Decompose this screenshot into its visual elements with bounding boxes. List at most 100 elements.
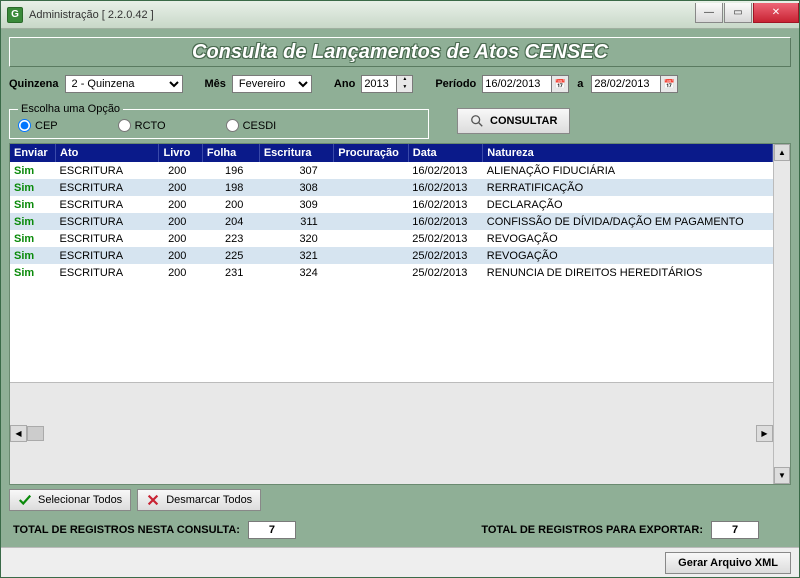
table-header-row: EnviarAtoLivroFolhaEscrituraProcuraçãoDa…: [10, 144, 773, 162]
client-area: Consulta de Lançamentos de Atos CENSEC Q…: [1, 29, 799, 547]
cell-natureza: CONFISSÃO DE DÍVIDA/DAÇÃO EM PAGAMENTO: [483, 213, 773, 230]
calendar-icon[interactable]: 📅: [552, 75, 569, 93]
column-header-natureza[interactable]: Natureza: [483, 144, 773, 162]
cell-folha: 200: [202, 196, 259, 213]
cell-folha: 223: [202, 230, 259, 247]
option-label: CESDI: [243, 120, 277, 132]
cell-procuracao: [334, 196, 408, 213]
cell-natureza: RENUNCIA DE DIREITOS HEREDITÁRIOS: [483, 264, 773, 281]
total-export-label: TOTAL DE REGISTROS PARA EXPORTAR:: [481, 524, 703, 536]
option-legend: Escolha uma Opção: [18, 103, 123, 115]
cell-enviar: Sim: [10, 179, 56, 196]
option-label: RCTO: [135, 120, 166, 132]
deselect-all-label: Desmarcar Todos: [166, 494, 252, 506]
cell-folha: 204: [202, 213, 259, 230]
option-group: Escolha uma Opção CEP RCTO CESDI: [9, 103, 429, 139]
cell-ato: ESCRITURA: [56, 230, 159, 247]
cell-ato: ESCRITURA: [56, 247, 159, 264]
horizontal-scrollbar[interactable]: ◀ ▶: [10, 382, 773, 484]
option-radio-rcto[interactable]: [118, 119, 131, 132]
titlebar[interactable]: G Administração [ 2.2.0.42 ] — ▭ ✕: [1, 1, 799, 29]
ano-input[interactable]: [361, 75, 397, 93]
mes-label: Mês: [205, 78, 226, 90]
deselect-all-button[interactable]: Desmarcar Todos: [137, 489, 261, 511]
quinzena-label: Quinzena: [9, 78, 59, 90]
column-header-procuracao[interactable]: Procuração: [334, 144, 408, 162]
column-header-livro[interactable]: Livro: [159, 144, 202, 162]
option-rcto[interactable]: RCTO: [118, 119, 166, 132]
cell-ato: ESCRITURA: [56, 213, 159, 230]
cell-enviar: Sim: [10, 196, 56, 213]
cell-ato: ESCRITURA: [56, 179, 159, 196]
column-header-enviar[interactable]: Enviar: [10, 144, 56, 162]
page-heading: Consulta de Lançamentos de Atos CENSEC: [9, 37, 791, 67]
cell-ato: ESCRITURA: [56, 196, 159, 213]
cell-procuracao: [334, 230, 408, 247]
consultar-button[interactable]: CONSULTAR: [457, 108, 570, 134]
column-header-escritura[interactable]: Escritura: [259, 144, 333, 162]
gerar-xml-button[interactable]: Gerar Arquivo XML: [665, 552, 791, 574]
cell-data: 16/02/2013: [408, 162, 482, 179]
cell-data: 16/02/2013: [408, 196, 482, 213]
scroll-up-icon[interactable]: ▲: [774, 144, 790, 161]
cell-escritura: 324: [259, 264, 333, 281]
option-radio-cep[interactable]: [18, 119, 31, 132]
total-consulta-value: 7: [248, 521, 296, 539]
app-icon: G: [7, 7, 23, 23]
footer-bar: Gerar Arquivo XML: [1, 547, 799, 577]
option-label: CEP: [35, 120, 58, 132]
cell-escritura: 309: [259, 196, 333, 213]
periodo-to-input[interactable]: [591, 75, 661, 93]
ano-spinner[interactable]: ▲▼: [397, 75, 413, 93]
table-row[interactable]: SimESCRITURA20022532125/02/2013REVOGAÇÃO: [10, 247, 773, 264]
column-header-data[interactable]: Data: [408, 144, 482, 162]
table-row[interactable]: SimESCRITURA20020030916/02/2013DECLARAÇÃ…: [10, 196, 773, 213]
cell-natureza: RERRATIFICAÇÃO: [483, 179, 773, 196]
cell-natureza: REVOGAÇÃO: [483, 230, 773, 247]
cell-enviar: Sim: [10, 230, 56, 247]
calendar-icon[interactable]: 📅: [661, 75, 678, 93]
column-header-folha[interactable]: Folha: [202, 144, 259, 162]
cell-data: 25/02/2013: [408, 230, 482, 247]
table-row[interactable]: SimESCRITURA20020431116/02/2013CONFISSÃO…: [10, 213, 773, 230]
scroll-down-icon[interactable]: ▼: [774, 467, 790, 484]
cell-enviar: Sim: [10, 213, 56, 230]
cell-folha: 198: [202, 179, 259, 196]
page-title: Consulta de Lançamentos de Atos CENSEC: [192, 41, 608, 64]
column-header-ato[interactable]: Ato: [56, 144, 159, 162]
totals-row: TOTAL DE REGISTROS NESTA CONSULTA: 7 TOT…: [9, 521, 791, 539]
scroll-left-icon[interactable]: ◀: [10, 425, 27, 442]
periodo-from-input[interactable]: [482, 75, 552, 93]
quinzena-select[interactable]: 2 - Quinzena: [65, 75, 183, 93]
option-radio-cesdi[interactable]: [226, 119, 239, 132]
scroll-right-icon[interactable]: ▶: [756, 425, 773, 442]
maximize-button[interactable]: ▭: [724, 3, 752, 23]
minimize-button[interactable]: —: [695, 3, 723, 23]
cell-folha: 225: [202, 247, 259, 264]
table-row[interactable]: SimESCRITURA20019630716/02/2013ALIENAÇÃO…: [10, 162, 773, 179]
search-icon: [470, 114, 484, 128]
scroll-thumb[interactable]: [27, 426, 44, 441]
cell-escritura: 320: [259, 230, 333, 247]
table-row[interactable]: SimESCRITURA20023132425/02/2013RENUNCIA …: [10, 264, 773, 281]
cell-ato: ESCRITURA: [56, 162, 159, 179]
cell-natureza: ALIENAÇÃO FIDUCIÁRIA: [483, 162, 773, 179]
cell-natureza: REVOGAÇÃO: [483, 247, 773, 264]
close-button[interactable]: ✕: [753, 3, 799, 23]
table-row[interactable]: SimESCRITURA20022332025/02/2013REVOGAÇÃO: [10, 230, 773, 247]
cell-data: 25/02/2013: [408, 264, 482, 281]
cell-enviar: Sim: [10, 162, 56, 179]
cell-procuracao: [334, 264, 408, 281]
table-row[interactable]: SimESCRITURA20019830816/02/2013RERRATIFI…: [10, 179, 773, 196]
option-cep[interactable]: CEP: [18, 119, 58, 132]
select-all-button[interactable]: Selecionar Todos: [9, 489, 131, 511]
mes-select[interactable]: Fevereiro: [232, 75, 312, 93]
gerar-xml-label: Gerar Arquivo XML: [678, 557, 778, 569]
option-cesdi[interactable]: CESDI: [226, 119, 277, 132]
total-consulta-label: TOTAL DE REGISTROS NESTA CONSULTA:: [13, 524, 240, 536]
vertical-scrollbar[interactable]: ▲ ▼: [773, 144, 790, 484]
check-icon: [18, 493, 32, 507]
cell-escritura: 321: [259, 247, 333, 264]
cell-livro: 200: [159, 213, 202, 230]
select-all-label: Selecionar Todos: [38, 494, 122, 506]
